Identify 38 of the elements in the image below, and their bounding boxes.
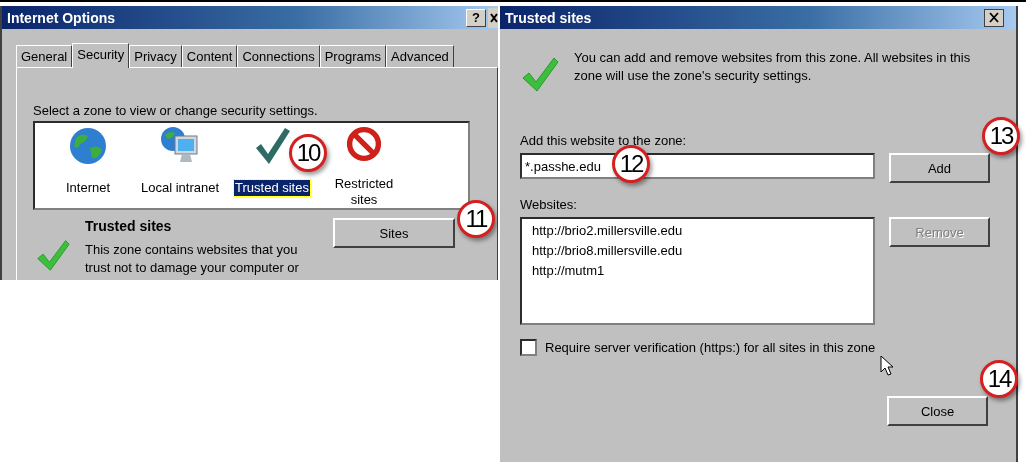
checkbox-label[interactable]: Require server verification (https:) for all sites in this zone <box>545 340 876 355</box>
help-button[interactable]: ? <box>466 8 486 27</box>
tab[interactable]: Privacy <box>129 45 182 67</box>
window-title: Trusted sites <box>505 9 593 26</box>
callout-badge: 11 <box>457 200 495 238</box>
zone-item[interactable]: Local intranet <box>139 180 221 196</box>
checkbox[interactable] <box>520 339 537 356</box>
tab[interactable]: Programs <box>319 45 387 67</box>
intro-text: You can add and remove websites from this zone. All websites in this zone will use the zone's security settings. <box>574 49 972 85</box>
list-label: Websites: <box>520 197 577 212</box>
sites-button[interactable]: Sites <box>333 218 455 248</box>
tab[interactable]: Security <box>72 43 130 68</box>
cursor-icon <box>880 355 894 377</box>
globe-icon <box>68 126 108 166</box>
zone-item[interactable]: Trusted sites <box>234 180 310 196</box>
zone-item[interactable]: Restricted sites <box>321 176 407 208</box>
close-icon[interactable] <box>984 8 1004 27</box>
callout-badge: 14 <box>980 360 1018 398</box>
website-item[interactable]: http://brio8.millersville.edu <box>530 241 685 261</box>
window-title: Internet Options <box>7 9 117 26</box>
add-button[interactable]: Add <box>889 153 990 183</box>
callout-badge: 10 <box>289 134 327 172</box>
zone-item[interactable]: Internet <box>64 180 112 196</box>
callout-badge: 12 <box>612 145 650 183</box>
zone-prompt: Select a zone to view or change security settings. <box>33 103 319 118</box>
close-icon[interactable] <box>488 7 498 28</box>
no-entry-icon <box>344 126 384 162</box>
tab[interactable]: Connections <box>237 45 320 67</box>
tab[interactable]: General <box>16 45 73 67</box>
zone-name: Trusted sites <box>85 218 173 234</box>
field-label: Add this website to the zone: <box>520 133 687 148</box>
website-item[interactable]: http://mutm1 <box>530 261 607 281</box>
tab[interactable]: Content <box>181 45 238 67</box>
close-button[interactable]: Close <box>887 396 988 426</box>
website-item[interactable]: http://brio2.millersville.edu <box>530 221 685 241</box>
zone-description: This zone contains websites that you trust not to damage your computer or <box>85 241 300 277</box>
callout-badge: 13 <box>982 117 1020 155</box>
tab[interactable]: Advanced <box>386 45 454 67</box>
